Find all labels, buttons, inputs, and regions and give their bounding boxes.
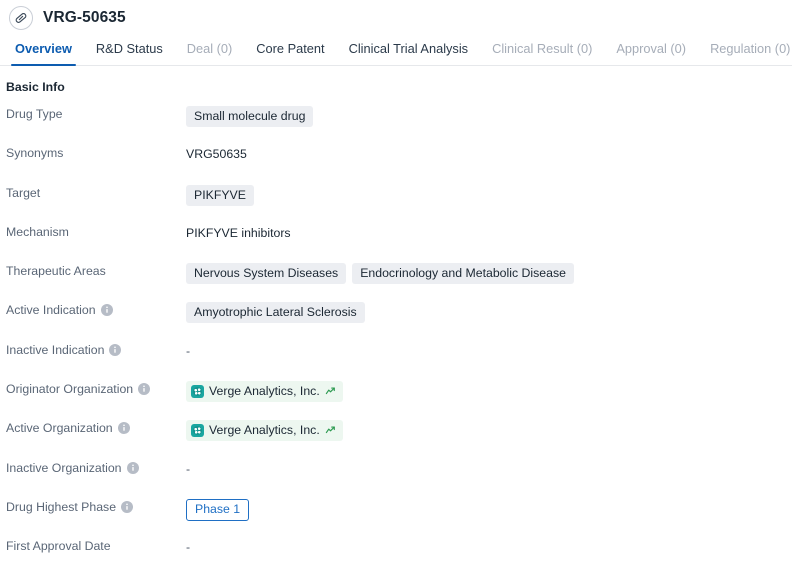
field-row-drug-type: Drug Type Small molecule drug xyxy=(6,104,792,143)
field-row-inactive-indication: Inactive Indication - xyxy=(6,340,792,379)
active-indication-chip[interactable]: Amyotrophic Lateral Sclerosis xyxy=(186,302,365,324)
drug-type-chip[interactable]: Small molecule drug xyxy=(186,106,314,127)
field-label-text: Drug Type xyxy=(6,107,63,121)
trend-up-icon xyxy=(325,387,335,394)
therapeutic-area-chip[interactable]: Nervous System Diseases xyxy=(186,263,347,285)
pill-capsule-icon xyxy=(9,6,33,30)
field-label-text: Target xyxy=(6,185,41,200)
field-value: - xyxy=(186,458,792,478)
section-title-basic-info: Basic Info xyxy=(6,80,65,94)
tab-clinical-trial-analysis[interactable]: Clinical Trial Analysis xyxy=(337,41,480,65)
field-value: Small molecule drug xyxy=(186,104,792,127)
empty-value: - xyxy=(186,343,191,358)
field-label-text: Active Organization xyxy=(6,421,113,436)
empty-value: - xyxy=(186,461,191,476)
field-label: Therapeutic Areas xyxy=(6,261,186,279)
field-label-text: Mechanism xyxy=(6,224,69,239)
therapeutic-area-chip[interactable]: Endocrinology and Metabolic Disease xyxy=(352,263,574,285)
mechanism-value: PIKFYVE inhibitors xyxy=(186,225,291,240)
field-row-mechanism: Mechanism PIKFYVE inhibitors xyxy=(6,222,792,261)
field-label-text: Originator Organization xyxy=(6,382,134,397)
field-label: Inactive Organization xyxy=(6,458,186,476)
field-value: PIKFYVE inhibitors xyxy=(186,222,792,242)
tab-core-patent[interactable]: Core Patent xyxy=(244,41,336,65)
field-label: Originator Organization xyxy=(6,379,186,397)
field-row-synonyms: Synonyms VRG50635 xyxy=(6,143,792,182)
field-row-active-indication: Active Indication Amyotrophic Lateral Sc… xyxy=(6,300,792,339)
field-label: Drug Highest Phase xyxy=(6,497,186,515)
field-value: Amyotrophic Lateral Sclerosis xyxy=(186,300,792,324)
trend-up-icon xyxy=(325,426,335,434)
info-circle-icon[interactable] xyxy=(121,500,134,513)
field-value: - xyxy=(186,536,792,556)
overview-panel: Basic Info Drug Type Small molecule drug… xyxy=(0,66,792,576)
field-row-drug-highest-phase: Drug Highest Phase Phase 1 xyxy=(6,497,792,536)
field-label-text: First Approval Date xyxy=(6,539,111,554)
field-value: Phase 1 xyxy=(186,497,792,521)
field-label-text: Active Indication xyxy=(6,303,96,318)
field-label: Synonyms xyxy=(6,143,186,161)
tab-bar: Overview R&D Status Deal (0) Core Patent… xyxy=(0,36,792,66)
tab-approval[interactable]: Approval (0) xyxy=(604,41,698,65)
field-label-text: Inactive Organization xyxy=(6,460,122,475)
field-label: Mechanism xyxy=(6,222,186,240)
field-label: Target xyxy=(6,183,186,201)
page-header: VRG-50635 xyxy=(0,0,792,36)
field-label: Active Organization xyxy=(6,418,186,436)
field-label-text: Therapeutic Areas xyxy=(6,264,106,279)
tab-rd-status[interactable]: R&D Status xyxy=(84,41,175,65)
field-label-text: Inactive Indication xyxy=(6,342,105,357)
info-circle-icon[interactable] xyxy=(109,343,122,356)
tab-clinical-result[interactable]: Clinical Result (0) xyxy=(480,41,604,65)
field-value: Nervous System Diseases Endocrinology an… xyxy=(186,261,792,285)
field-value: VRG50635 xyxy=(186,143,792,163)
organization-chip[interactable]: Verge Analytics, Inc. xyxy=(186,420,343,442)
field-value: - xyxy=(186,340,792,360)
tab-overview[interactable]: Overview xyxy=(3,41,84,66)
tab-deal[interactable]: Deal (0) xyxy=(175,41,245,65)
field-row-originator-organization: Originator Organization Verge Analytics,… xyxy=(6,379,792,418)
status-badge-phase[interactable]: Phase 1 xyxy=(186,498,250,521)
field-label-text: Synonyms xyxy=(6,146,64,161)
organization-name: Verge Analytics, Inc. xyxy=(209,423,320,438)
field-row-inactive-organization: Inactive Organization - xyxy=(6,458,792,497)
company-logo-icon xyxy=(191,423,204,437)
synonyms-value: VRG50635 xyxy=(186,147,247,162)
page-title: VRG-50635 xyxy=(43,9,126,26)
field-value: Verge Analytics, Inc. xyxy=(186,379,792,403)
tab-regulation[interactable]: Regulation (0) xyxy=(698,41,792,65)
field-label: First Approval Date xyxy=(6,536,186,554)
info-circle-icon[interactable] xyxy=(117,422,130,435)
organization-name: Verge Analytics, Inc. xyxy=(209,384,320,399)
field-row-active-organization: Active Organization Verge Analytics, Inc… xyxy=(6,418,792,457)
target-chip[interactable]: PIKFYVE xyxy=(186,184,254,206)
info-circle-icon[interactable] xyxy=(138,383,151,396)
field-label-text: Drug Highest Phase xyxy=(6,499,117,514)
info-circle-icon[interactable] xyxy=(126,461,139,474)
field-row-therapeutic-areas: Therapeutic Areas Nervous System Disease… xyxy=(6,261,792,300)
field-row-target: Target PIKFYVE xyxy=(6,183,792,222)
field-label: Drug Type xyxy=(6,104,186,122)
field-label: Inactive Indication xyxy=(6,340,186,358)
info-circle-icon[interactable] xyxy=(100,304,113,317)
company-logo-icon xyxy=(191,384,204,398)
field-row-first-approval-date: First Approval Date - xyxy=(6,536,792,575)
empty-value: - xyxy=(186,540,191,555)
field-value: Verge Analytics, Inc. xyxy=(186,418,792,442)
organization-chip[interactable]: Verge Analytics, Inc. xyxy=(186,381,343,403)
field-label: Active Indication xyxy=(6,300,186,318)
field-value: PIKFYVE xyxy=(186,183,792,206)
